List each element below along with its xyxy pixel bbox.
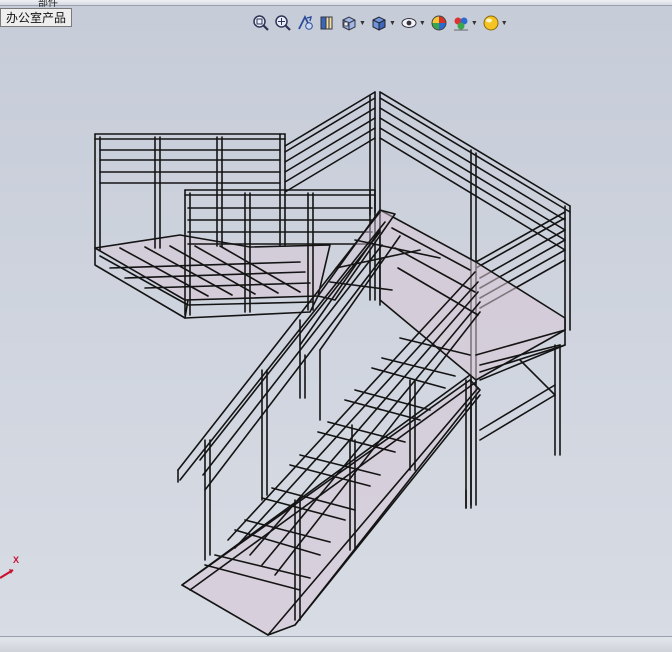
chevron-down-icon: ▼ (359, 19, 366, 27)
zoom-to-area-icon (275, 15, 291, 31)
top-tab-strip: 部件 (0, 0, 672, 9)
x-axis-label: X (13, 555, 20, 565)
display-style-button[interactable]: ▼ (369, 12, 397, 34)
display-style-icon (372, 16, 386, 31)
chevron-down-icon: ▼ (470, 19, 478, 27)
zoom-to-fit-icon (253, 15, 269, 31)
edit-appearance-button[interactable] (429, 12, 449, 34)
apply-scene-icon (453, 17, 468, 31)
view-orientation-button[interactable]: ▼ (339, 12, 367, 34)
view-settings-icon (483, 15, 499, 31)
previous-view-button[interactable] (295, 12, 315, 34)
configuration-tab[interactable]: 办公室产品 (0, 8, 73, 27)
stair-model (94, 91, 571, 636)
section-view-icon (320, 16, 333, 30)
graphics-viewport[interactable] (0, 36, 672, 636)
view-orientation-icon (342, 16, 356, 31)
chevron-down-icon: ▼ (388, 19, 396, 27)
bottom-scroll-area (0, 636, 672, 652)
heads-up-view-toolbar: ▼ ▼ ▼ ▼ ▼ (251, 11, 509, 35)
hide-show-items-button[interactable]: ▼ (399, 12, 427, 34)
horizontal-scrollbar[interactable] (0, 637, 670, 641)
chevron-down-icon: ▼ (418, 19, 426, 27)
hide-show-items-icon (401, 18, 417, 28)
main-stair-flight (181, 337, 481, 636)
section-view-button[interactable] (317, 12, 337, 34)
middle-landing-deck (379, 209, 566, 456)
chevron-down-icon: ▼ (500, 19, 508, 27)
edit-appearance-icon (431, 15, 447, 31)
previous-view-icon (298, 14, 313, 30)
coordinate-triad (0, 569, 14, 579)
apply-scene-button[interactable]: ▼ (451, 12, 479, 34)
zoom-to-area-button[interactable] (273, 12, 293, 34)
zoom-to-fit-button[interactable] (251, 12, 271, 34)
upper-landing-deck (94, 234, 331, 319)
view-settings-button[interactable]: ▼ (481, 12, 509, 34)
